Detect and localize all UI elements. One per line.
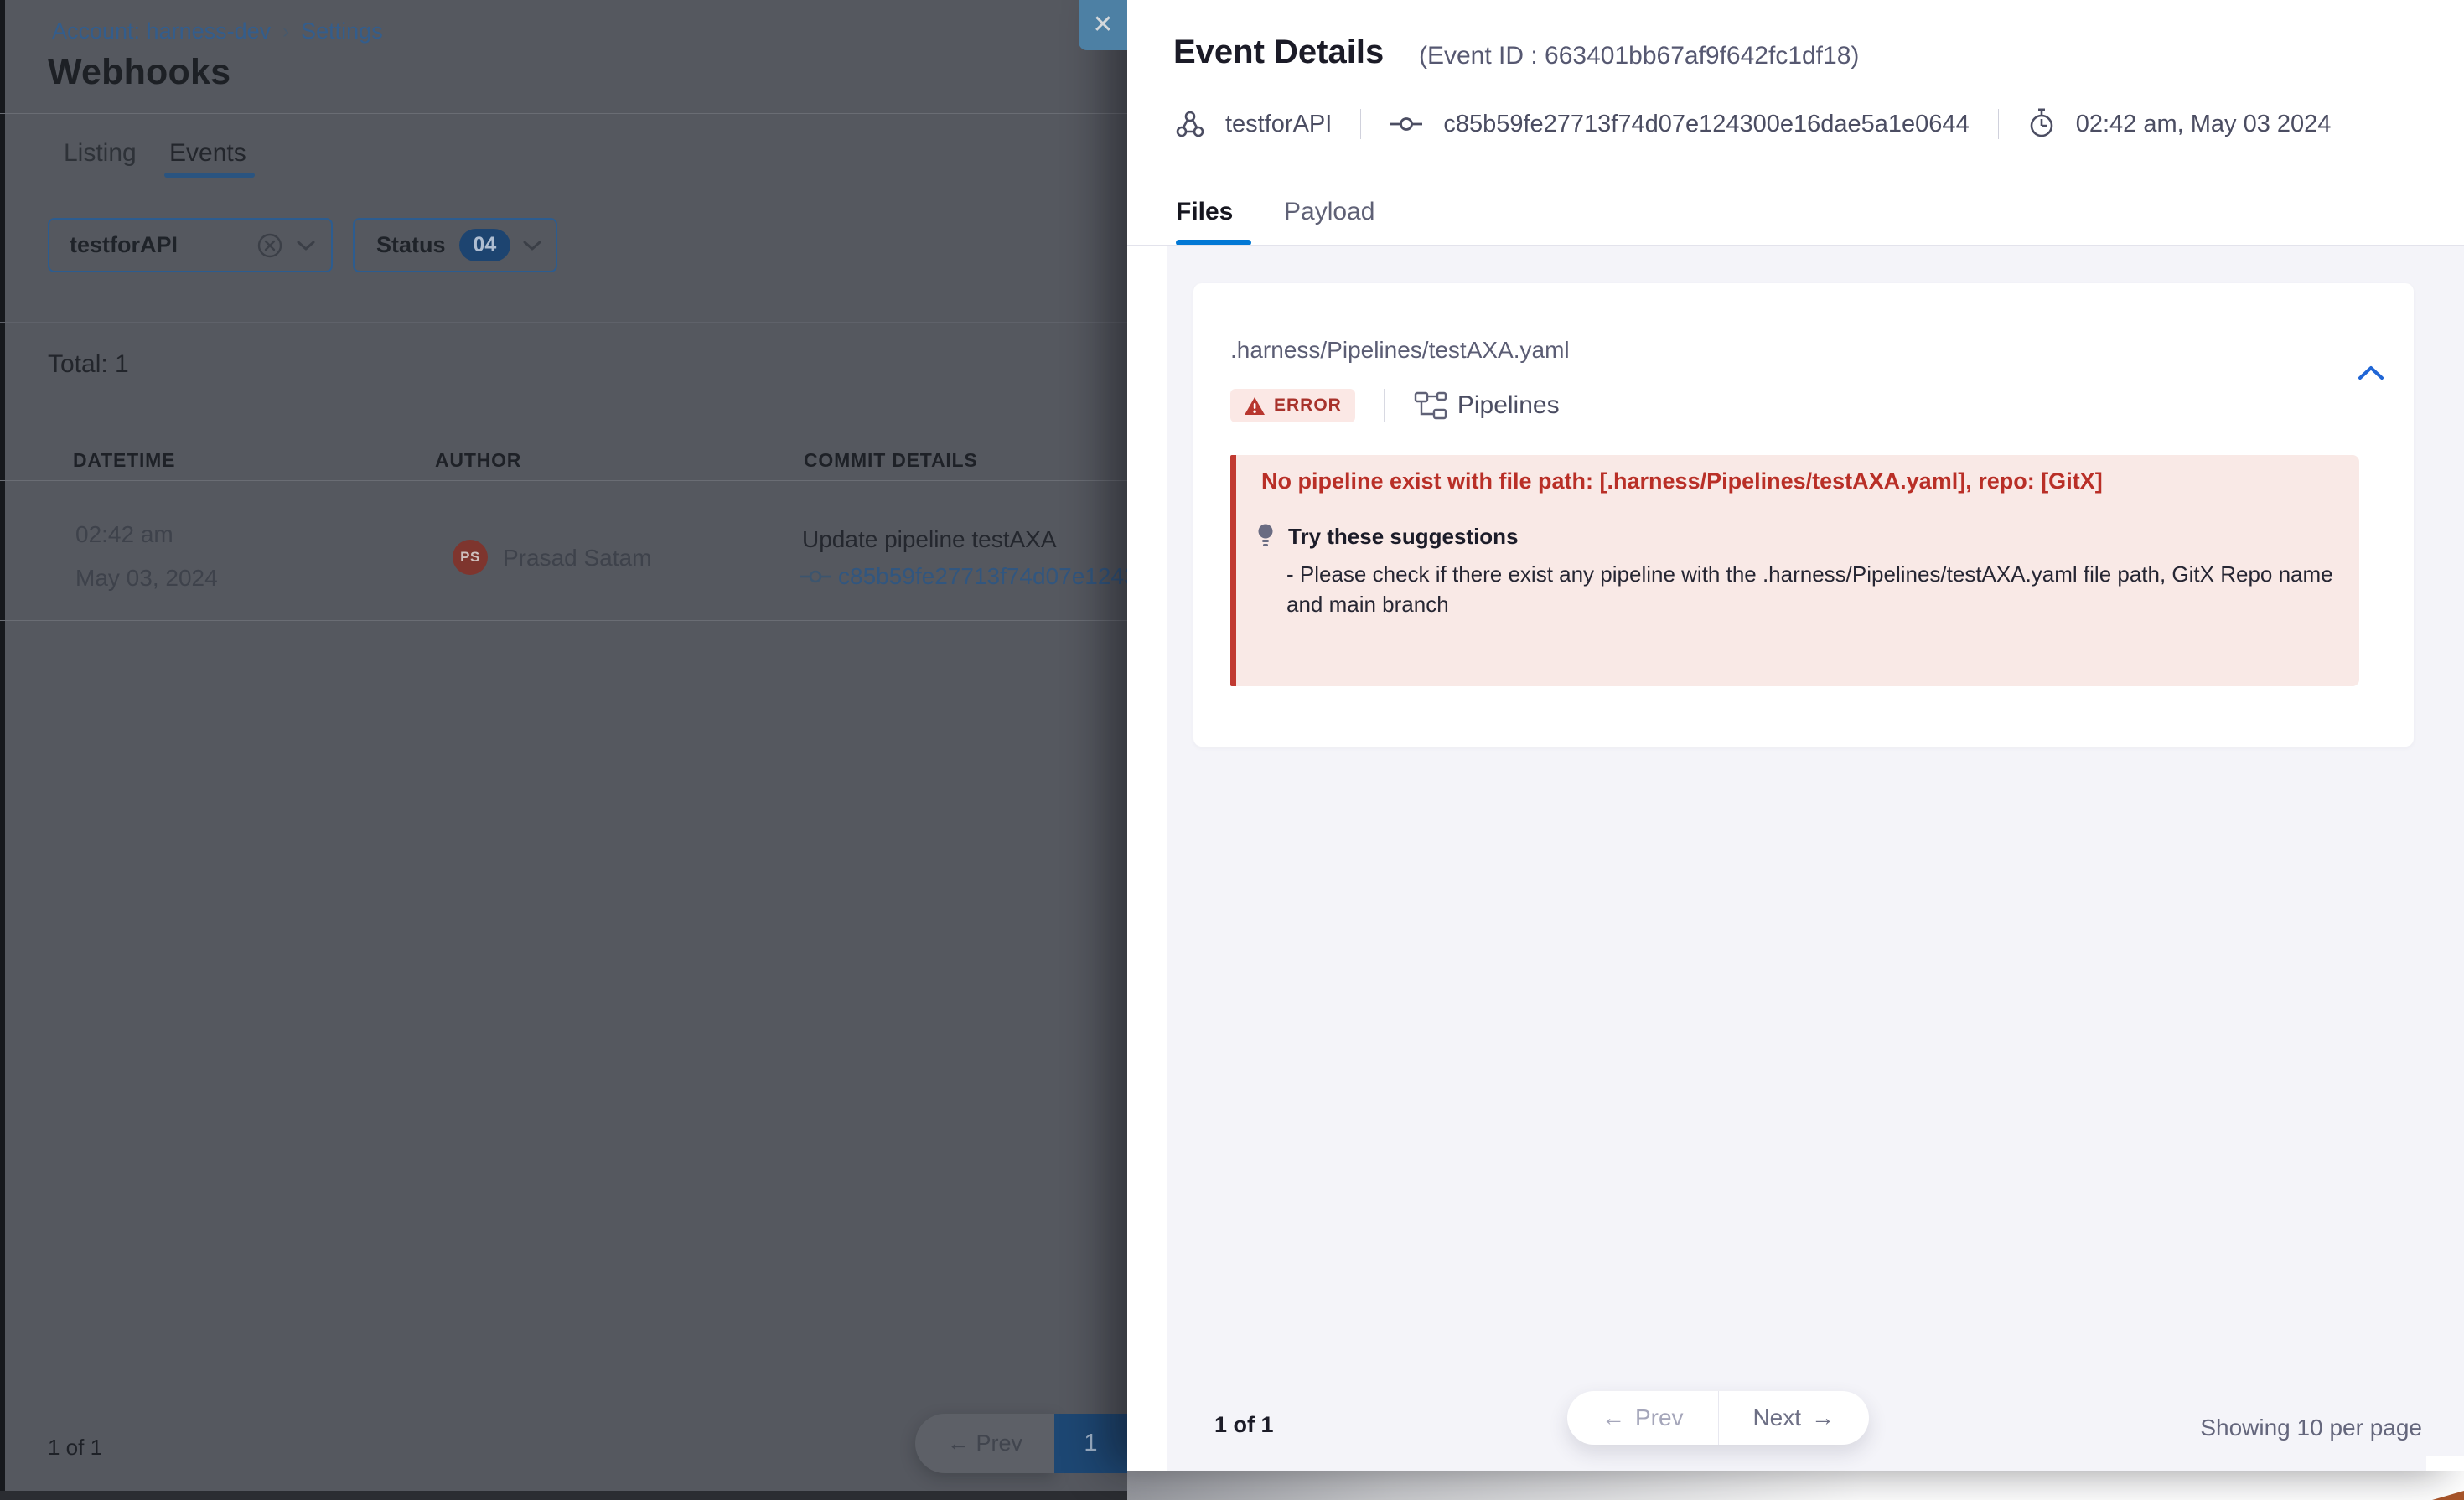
breadcrumb-settings-link[interactable]: Settings: [301, 18, 383, 44]
error-message: No pipeline exist with file path: [.harn…: [1261, 468, 2326, 494]
clock-icon: [2027, 108, 2056, 140]
meta-commit-hash: c85b59fe27713f74d07e124300e16dae5a1e0644: [1443, 111, 1969, 138]
page-title: Webhooks: [48, 52, 230, 93]
close-icon: ✕: [1092, 13, 1113, 38]
suggestion-item: - Please check if there exist any pipeli…: [1286, 559, 2351, 619]
commit-icon: [1390, 113, 1423, 135]
webhooks-page-dimmed: Account: harness-dev › Settings Webhooks…: [0, 0, 1127, 1500]
page-prev-button[interactable]: ← Prev: [915, 1414, 1054, 1473]
entity-type-label: Pipelines: [1457, 391, 1560, 420]
meta-separator: [1998, 109, 1999, 139]
status-filter-label: Status: [376, 232, 446, 258]
lightbulb-icon: [1255, 522, 1276, 551]
column-header-author: AUTHOR: [435, 449, 521, 472]
drawer-close-button[interactable]: ✕: [1079, 0, 1127, 50]
row-commit-hash-link[interactable]: c85b59fe27713f74d07e124300e16dae5a1e0644: [838, 563, 1127, 590]
event-meta-row: testforAPI c85b59fe27713f74d07e124300e16…: [1175, 107, 2331, 141]
tab-payload[interactable]: Payload: [1284, 198, 1374, 226]
status-filter-count-badge: 04: [459, 229, 511, 261]
suggestions-header: Try these suggestions: [1255, 522, 1519, 551]
total-count: Total: 1: [48, 350, 129, 379]
below-drawer-strip: [1127, 1471, 2464, 1500]
error-status-label: ERROR: [1274, 396, 1342, 416]
error-status-badge: ERROR: [1230, 389, 1355, 422]
next-button-label: Next: [1752, 1404, 1801, 1431]
row-commit-message: Update pipeline testAXA: [802, 526, 1057, 553]
status-filter-select[interactable]: Status 04: [353, 218, 557, 272]
error-details-box: No pipeline exist with file path: [.harn…: [1230, 455, 2359, 686]
right-arrow-icon: →: [1811, 1404, 1835, 1431]
drawer-pagination-summary: 1 of 1: [1214, 1412, 1274, 1438]
tab-listing[interactable]: Listing: [64, 139, 137, 168]
tab-files[interactable]: Files: [1176, 198, 1233, 226]
drawer-title: Event Details: [1173, 34, 1384, 71]
clear-filter-icon[interactable]: [256, 231, 284, 260]
meta-webhook-name: testforAPI: [1225, 111, 1332, 138]
suggestions-title: Try these suggestions: [1288, 524, 1519, 550]
breadcrumb-separator: ›: [282, 20, 289, 44]
file-card: .harness/Pipelines/testAXA.yaml ERROR: [1193, 283, 2414, 747]
webhook-filter-value: testforAPI: [70, 232, 178, 258]
next-button[interactable]: Next →: [1719, 1391, 1870, 1445]
webhook-filter-select[interactable]: testforAPI: [48, 218, 333, 272]
row-author-name: Prasad Satam: [503, 545, 651, 572]
tab-events[interactable]: Events: [169, 139, 246, 168]
badge-divider: [1384, 389, 1385, 422]
nav-sidebar-edge: [0, 0, 5, 1500]
page-number-1-button[interactable]: 1: [1054, 1414, 1127, 1473]
file-path: .harness/Pipelines/testAXA.yaml: [1230, 337, 1570, 364]
collapse-chevron-up-icon[interactable]: [2357, 364, 2385, 382]
screenshot-root: Account: harness-dev › Settings Webhooks…: [0, 0, 2464, 1500]
page-pagination-summary: 1 of 1: [48, 1435, 102, 1461]
breadcrumb-account-link[interactable]: Account: harness-dev: [52, 18, 271, 44]
pipelines-icon: [1414, 391, 1447, 421]
meta-timestamp: 02:42 am, May 03 2024: [2076, 111, 2332, 138]
event-id-label: (Event ID : 663401bb67af9f642fc1df18): [1419, 42, 1859, 70]
files-panel: .harness/Pipelines/testAXA.yaml ERROR: [1167, 246, 2464, 1471]
column-header-datetime: DATETIME: [73, 449, 175, 472]
breadcrumb: Account: harness-dev › Settings: [52, 18, 383, 44]
column-header-commit-details: COMMIT DETAILS: [804, 449, 978, 472]
chevron-down-icon[interactable]: [522, 239, 542, 252]
chevron-down-icon[interactable]: [296, 239, 316, 252]
prev-button[interactable]: ← Prev: [1567, 1391, 1719, 1445]
webhook-icon: [1175, 109, 1205, 139]
bottom-edge-strip: [0, 1491, 1127, 1500]
prev-button-label: Prev: [1635, 1404, 1684, 1431]
avatar: PS: [453, 540, 488, 575]
file-status-row: ERROR Pipelines: [1230, 389, 1560, 422]
row-date: May 03, 2024: [75, 565, 218, 592]
event-details-drawer: Event Details (Event ID : 663401bb67af9f…: [1127, 0, 2464, 1471]
row-time: 02:42 am: [75, 521, 173, 548]
panel-corner: [2426, 1456, 2464, 1471]
per-page-label: Showing 10 per page: [2200, 1415, 2422, 1441]
commit-icon: [800, 566, 831, 587]
meta-separator: [1360, 109, 1361, 139]
warning-triangle-icon: [1244, 396, 1266, 416]
drawer-pager: ← Prev Next →: [1567, 1391, 1869, 1445]
left-arrow-icon: ←: [1602, 1404, 1625, 1431]
